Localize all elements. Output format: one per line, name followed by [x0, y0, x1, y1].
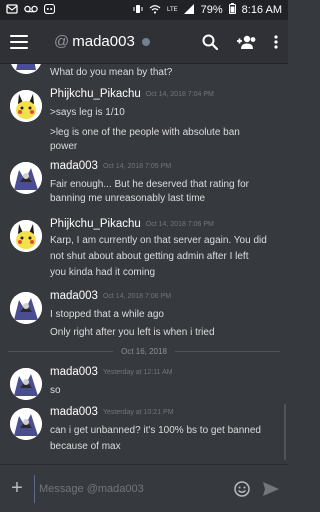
message-text: so — [50, 385, 61, 396]
message-timestamp: Oct 14, 2018 7:06 PM — [145, 221, 214, 228]
wifi-icon — [149, 4, 161, 17]
message-composer: + — [0, 464, 288, 512]
battery-icon — [228, 3, 236, 17]
signal-icon — [183, 3, 195, 17]
message-timestamp: Oct 14, 2018 7:05 PM — [102, 163, 172, 170]
message-author[interactable]: Phijkchu_Pikachu Oct 14, 2018 7:04 PM — [50, 88, 214, 100]
status-bar: LTE 79% 8:16 AM — [0, 0, 288, 20]
message-text: >leg is one of the people with absolute … — [50, 127, 240, 138]
battery-percent: 79% — [200, 4, 223, 16]
message-author[interactable]: mada003 Yesterday at 12:11 AM — [50, 366, 173, 378]
message-text: Fair enough... But he deserved that rati… — [50, 179, 250, 190]
channel-name: mada003 — [72, 33, 135, 50]
message-timestamp: Yesterday at 12:11 AM — [102, 369, 173, 376]
avatar[interactable] — [10, 292, 42, 324]
message-author[interactable]: Phijkchu_Pikachu Oct 14, 2018 7:06 PM — [50, 218, 214, 230]
message-author[interactable]: mada003 Oct 14, 2018 7:06 PM — [50, 290, 171, 302]
send-icon[interactable] — [262, 481, 280, 497]
message-list[interactable]: What do you mean by that? Phijkchu_Pikac… — [0, 64, 288, 464]
date-divider-label: Oct 16, 2018 — [121, 346, 167, 356]
message-text: banning me unreasonably last time — [50, 193, 206, 204]
message-text: >says leg is 1/10 — [50, 107, 125, 118]
avatar[interactable] — [10, 408, 42, 440]
message-text: can i get unbanned? it's 100% bs to get … — [50, 425, 261, 436]
message-timestamp: Oct 14, 2018 7:04 PM — [145, 91, 214, 98]
author-name[interactable]: mada003 — [50, 406, 98, 418]
more-vertical-icon[interactable] — [274, 34, 278, 49]
avatar[interactable] — [10, 220, 42, 252]
discord-status-icon — [43, 3, 56, 17]
at-symbol: @ — [54, 33, 70, 50]
message-text: you kinda had it coming — [50, 267, 156, 278]
vibrate-icon — [133, 4, 143, 17]
author-name[interactable]: Phijkchu_Pikachu — [50, 218, 141, 230]
channel-title: @ mada003 — [54, 33, 202, 50]
author-name[interactable]: mada003 — [50, 160, 98, 172]
avatar[interactable] — [10, 64, 42, 74]
avatar[interactable] — [10, 162, 42, 194]
message-text: Only right after you left is when i trie… — [50, 327, 215, 338]
network-type: LTE — [167, 7, 178, 13]
plus-icon[interactable]: + — [8, 477, 26, 500]
message-text: because of max — [50, 441, 121, 452]
voicemail-icon — [24, 4, 38, 16]
scrollbar[interactable] — [284, 404, 286, 460]
notification-icon — [6, 3, 18, 17]
message-text: not shut about about getting admin after… — [50, 251, 249, 262]
app-bar: @ mada003 — [0, 20, 288, 64]
message-author[interactable]: mada003 Yesterday at 10:21 PM — [50, 406, 174, 418]
clock: 8:16 AM — [241, 4, 282, 16]
message-text: power — [50, 141, 78, 152]
message-timestamp: Yesterday at 10:21 PM — [102, 409, 174, 416]
message-text: Karp, I am currently on that server agai… — [50, 235, 267, 246]
offline-status-dot — [141, 38, 150, 46]
message-timestamp: Oct 14, 2018 7:06 PM — [102, 293, 172, 300]
author-name[interactable]: mada003 — [50, 290, 98, 302]
date-divider: Oct 16, 2018 — [0, 344, 288, 358]
author-name[interactable]: mada003 — [50, 366, 98, 378]
message-author[interactable]: mada003 Oct 14, 2018 7:05 PM — [50, 160, 171, 172]
add-friend-icon[interactable] — [236, 35, 256, 49]
avatar[interactable] — [10, 90, 42, 122]
menu-icon[interactable] — [10, 34, 28, 49]
search-icon[interactable] — [202, 34, 218, 50]
avatar[interactable] — [10, 368, 42, 400]
message-input[interactable] — [34, 474, 222, 503]
emoji-icon[interactable] — [234, 480, 250, 497]
message-text: I stopped that a while ago — [50, 309, 164, 320]
author-name[interactable]: Phijkchu_Pikachu — [50, 88, 141, 100]
message-text: What do you mean by that? — [50, 67, 173, 78]
